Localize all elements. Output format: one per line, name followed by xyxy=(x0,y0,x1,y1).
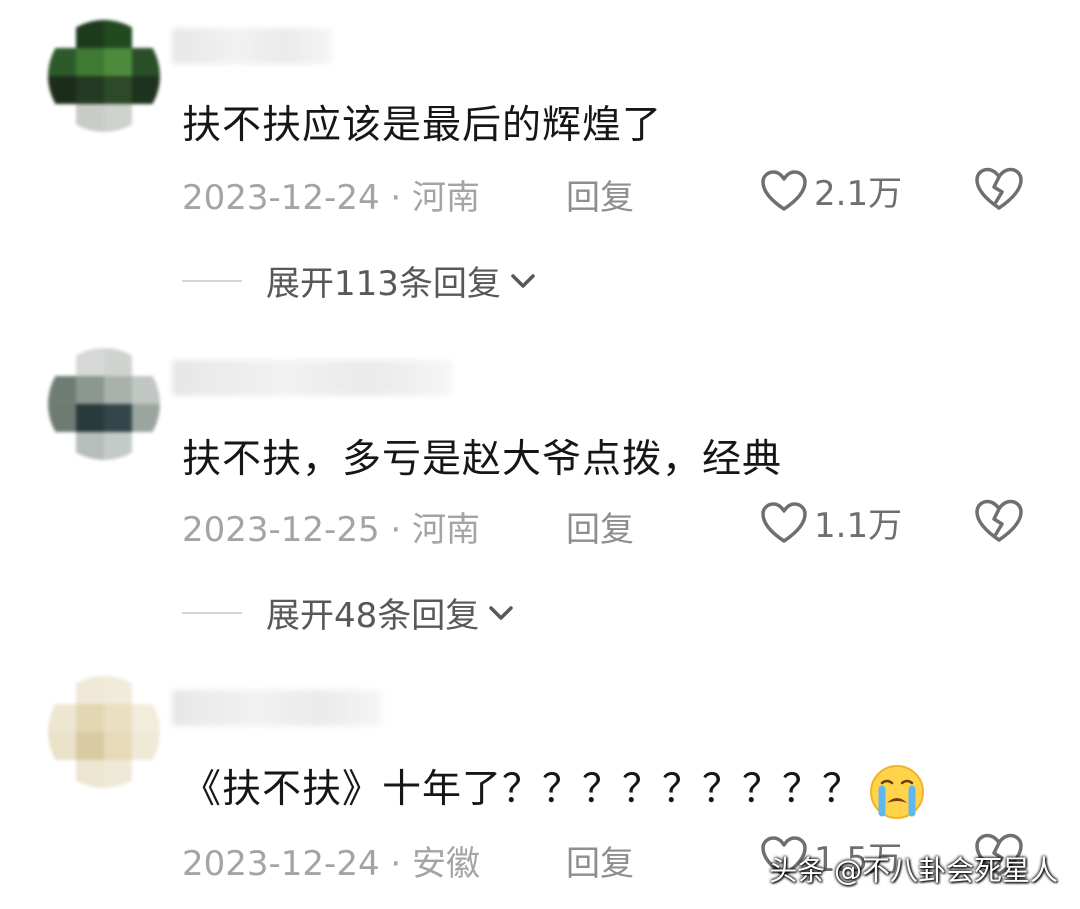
expand-replies-button[interactable]: 展开48条回复 xyxy=(182,588,515,637)
divider-line xyxy=(182,611,242,614)
heart-outline-icon xyxy=(761,501,807,543)
comment-text: 扶不扶应该是最后的辉煌了 xyxy=(182,103,663,148)
comment-meta: 2023-12-24 · 河南 xyxy=(182,178,481,218)
divider-line xyxy=(182,279,242,282)
like-count: 1.1万 xyxy=(814,506,903,546)
comment-text-content: 《扶不扶》十年了？？？？？？？？？ xyxy=(182,767,863,812)
broken-heart-icon[interactable] xyxy=(973,498,1025,544)
avatar[interactable] xyxy=(48,20,160,132)
comment-meta: 2023-12-24 · 安徽 xyxy=(182,844,481,884)
chevron-down-icon xyxy=(511,273,535,288)
crying-face-emoji xyxy=(870,764,925,819)
comment-text: 扶不扶，多亏是赵大爷点拨，经典 xyxy=(182,437,783,482)
like-button[interactable]: 2.1万 xyxy=(760,166,902,215)
reply-button[interactable]: 回复 xyxy=(566,836,634,885)
username-redacted[interactable] xyxy=(172,360,452,396)
broken-heart-icon[interactable] xyxy=(973,166,1025,212)
heart-outline-icon xyxy=(761,169,807,211)
comment-meta: 2023-12-25 · 河南 xyxy=(182,510,481,550)
expand-replies-label: 展开48条回复 xyxy=(266,596,480,636)
chevron-down-icon xyxy=(489,605,514,620)
expand-replies-button[interactable]: 展开113条回复 xyxy=(182,256,537,305)
comment-text: 《扶不扶》十年了？？？？？？？？？ xyxy=(182,758,926,821)
username-redacted[interactable] xyxy=(172,28,332,64)
reply-button[interactable]: 回复 xyxy=(566,502,634,551)
expand-replies-label: 展开113条回复 xyxy=(266,264,501,304)
like-button[interactable]: 1.1万 xyxy=(760,498,902,547)
watermark: 头条 @不八卦会死星人 xyxy=(769,854,1058,887)
reply-button[interactable]: 回复 xyxy=(566,170,634,219)
avatar[interactable] xyxy=(48,676,160,788)
like-count: 2.1万 xyxy=(814,174,903,214)
username-redacted[interactable] xyxy=(172,690,382,726)
avatar[interactable] xyxy=(48,348,160,460)
